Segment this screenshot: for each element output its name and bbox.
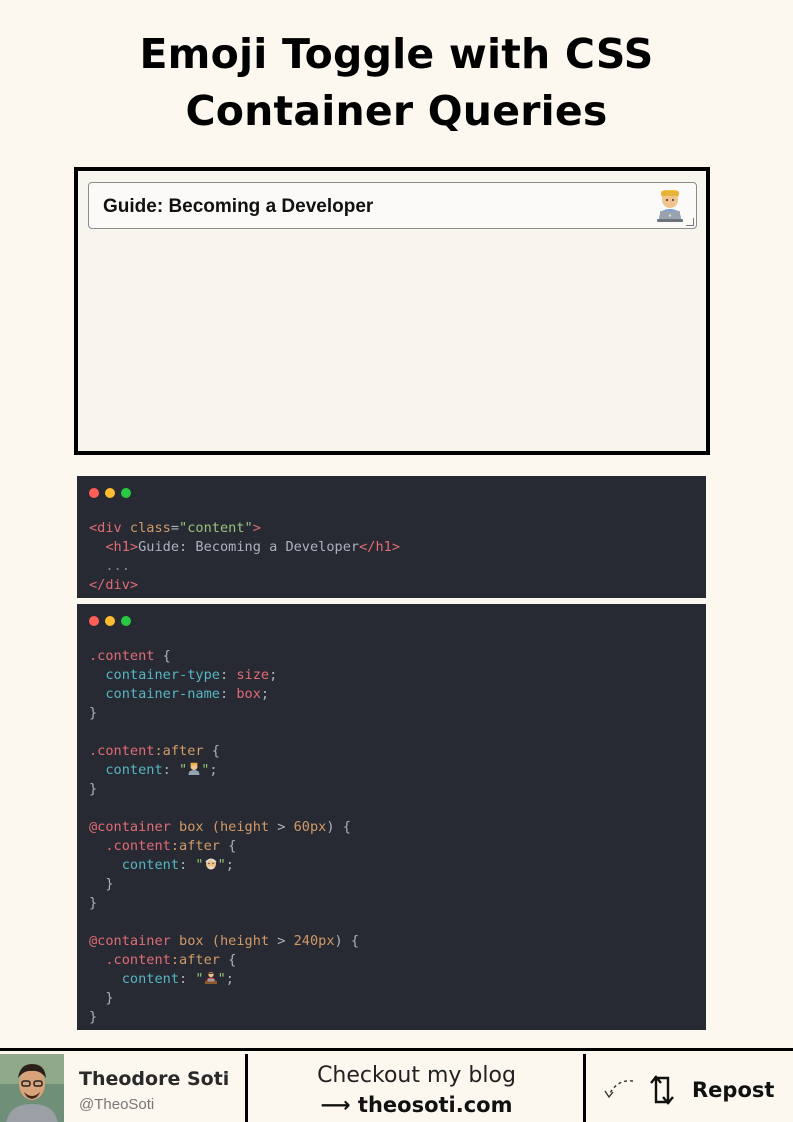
code-line: .content:after {	[105, 838, 237, 854]
code-line: </div>	[89, 577, 139, 593]
code-line: container-name: box;	[105, 686, 270, 702]
avatar	[0, 1054, 64, 1122]
window-controls	[89, 488, 131, 498]
resize-grip-icon[interactable]	[686, 218, 694, 226]
footer-bar: Theodore Soti @TheoSoti Checkout my blog…	[0, 1048, 793, 1122]
code-line: ...	[105, 558, 130, 574]
window-controls	[89, 616, 131, 626]
code-line: }	[89, 895, 98, 911]
title-line-1: Emoji Toggle with CSS	[139, 30, 654, 78]
person-at-laptop-emoji-icon	[204, 971, 217, 984]
repost-button[interactable]: Repost	[692, 1078, 774, 1102]
css-code-window: .content { container-type: size; contain…	[77, 604, 706, 1030]
code-line: }	[89, 1009, 98, 1025]
code-line: @container box (height > 60px) {	[89, 819, 351, 835]
html-code: <div class="content"> <h1>Guide: Becomin…	[89, 519, 400, 595]
blog-link[interactable]: ⟶ theosoti.com	[249, 1093, 584, 1117]
demo-heading: Guide: Becoming a Developer	[103, 196, 374, 217]
author-handle[interactable]: @TheoSoti	[79, 1096, 154, 1113]
code-line: }	[105, 876, 114, 892]
blog-caption: Checkout my blog	[317, 1063, 516, 1088]
code-line: content: " ";	[105, 762, 218, 778]
code-line: }	[105, 990, 114, 1006]
demo-container-box: Guide: Becoming a Developer	[74, 167, 710, 455]
author-photo-icon	[0, 1054, 64, 1122]
code-line: content: " ";	[121, 971, 234, 987]
code-line: .content:after {	[89, 743, 220, 759]
code-line: .content {	[89, 648, 171, 664]
technologist-emoji-icon	[188, 762, 200, 775]
page-title: Emoji Toggle with CSS Container Queries	[0, 26, 793, 140]
curved-arrow-icon	[604, 1080, 634, 1099]
code-line: <h1>Guide: Becoming a Developer</h1>	[105, 539, 401, 555]
code-line: @container box (height > 240px) {	[89, 933, 360, 949]
older-person-emoji-icon	[205, 858, 217, 870]
minimize-dot-icon	[105, 616, 115, 626]
code-line: container-type: size;	[105, 667, 278, 683]
technologist-emoji-icon	[657, 190, 683, 222]
close-dot-icon	[89, 616, 99, 626]
code-line: <div class="content">	[89, 520, 261, 536]
code-line: }	[89, 781, 98, 797]
code-line: .content:after {	[105, 952, 237, 968]
title-line-2: Container Queries	[185, 87, 608, 135]
repost-icon[interactable]	[646, 1072, 678, 1108]
divider	[583, 1054, 586, 1122]
author-name: Theodore Soti	[79, 1068, 230, 1090]
maximize-dot-icon	[121, 616, 131, 626]
minimize-dot-icon	[105, 488, 115, 498]
css-code: .content { container-type: size; contain…	[89, 647, 359, 1027]
code-line: }	[89, 705, 98, 721]
divider	[245, 1054, 248, 1122]
close-dot-icon	[89, 488, 99, 498]
code-line: content: " ";	[121, 857, 234, 873]
maximize-dot-icon	[121, 488, 131, 498]
html-code-window: <div class="content"> <h1>Guide: Becomin…	[77, 476, 706, 598]
demo-resizable-header[interactable]: Guide: Becoming a Developer	[88, 182, 697, 229]
